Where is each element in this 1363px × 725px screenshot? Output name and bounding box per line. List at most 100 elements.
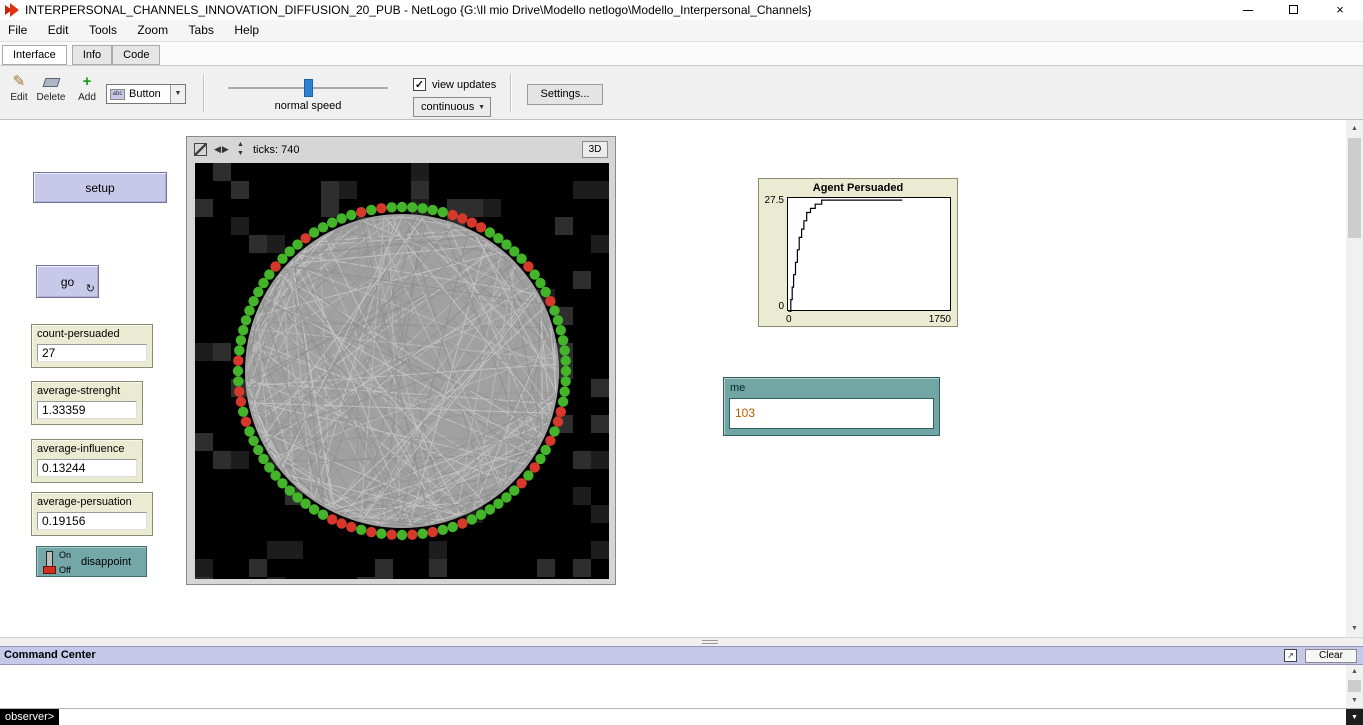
setup-button[interactable]: setup <box>33 172 167 203</box>
command-center-splitter[interactable] <box>0 637 1363 646</box>
edit-tool-button[interactable]: ✎ Edit <box>6 72 32 103</box>
scrollbar-thumb[interactable] <box>1348 138 1361 238</box>
plot-x-max-label: 1750 <box>879 314 951 325</box>
tab-interface[interactable]: Interface <box>2 45 67 65</box>
netlogo-logo-icon <box>5 3 20 17</box>
plot-x-min-label: 0 <box>786 314 792 325</box>
update-mode-dropdown[interactable]: continuous ▼ <box>413 97 491 117</box>
close-button[interactable]: × <box>1317 0 1363 20</box>
update-mode-value: continuous <box>421 101 474 113</box>
plot-y-max-label: 27.5 <box>759 195 784 206</box>
monitor-value: 0.19156 <box>37 512 147 530</box>
vertical-arrows-icon[interactable]: ▲▼ <box>237 140 244 158</box>
history-dropdown-button[interactable]: ▼ <box>1346 709 1363 725</box>
plot-area <box>787 197 951 311</box>
widget-type-dropdown[interactable]: abc Button ▼ <box>106 84 186 104</box>
scrollbar-thumb[interactable] <box>1348 680 1361 692</box>
monitor-average-influence: average-influence 0.13244 <box>31 439 143 483</box>
monitor-count-persuaded: count-persuaded 27 <box>31 324 153 368</box>
menu-item-zoom[interactable]: Zoom <box>129 20 176 40</box>
plot-line-graphic <box>788 198 952 312</box>
eraser-icon <box>34 72 68 92</box>
setup-button-label: setup <box>85 181 114 195</box>
scroll-up-icon[interactable]: ▲ <box>1346 120 1363 137</box>
plot-y-min-label: 0 <box>759 301 784 312</box>
check-icon: ✓ <box>415 79 424 91</box>
monitor-value: 1.33359 <box>37 401 137 419</box>
command-input-row: observer> ▼ <box>0 708 1363 725</box>
menu-item-file[interactable]: File <box>0 20 35 40</box>
scroll-down-icon[interactable]: ▼ <box>1346 694 1363 708</box>
close-icon: × <box>1336 2 1344 17</box>
monitor-label: count-persuaded <box>37 328 120 340</box>
go-button-label: go <box>61 275 74 289</box>
go-button[interactable]: go ↻ <box>36 265 99 298</box>
view-resize-icon[interactable] <box>194 143 207 156</box>
horizontal-arrows-icon[interactable]: ◀▶ <box>214 144 230 155</box>
tab-info[interactable]: Info <box>72 45 112 65</box>
maximize-button[interactable] <box>1271 0 1317 20</box>
interface-toolbar: ✎ Edit Delete + Add abc Button ▼ normal … <box>0 66 1363 120</box>
scroll-down-icon[interactable]: ▼ <box>1346 620 1363 637</box>
speed-slider-handle[interactable] <box>304 79 313 97</box>
switch-off-label: Off <box>59 565 71 575</box>
edit-tool-label: Edit <box>10 92 27 103</box>
menu-item-tabs[interactable]: Tabs <box>181 20 222 40</box>
tab-code[interactable]: Code <box>112 45 160 65</box>
plus-icon: + <box>74 72 100 92</box>
world-view-header: ◀▶ ▲▼ ticks: 740 3D <box>187 137 615 163</box>
monitor-value: 0.13244 <box>37 459 137 477</box>
minimize-button[interactable] <box>1225 0 1271 20</box>
monitor-value: 27 <box>37 344 147 362</box>
command-input[interactable] <box>66 709 1346 725</box>
chevron-down-icon: ▼ <box>1351 714 1358 721</box>
widget-type-value: Button <box>129 88 161 100</box>
main-vertical-scrollbar: ▲ ▼ <box>1346 120 1363 637</box>
delete-tool-label: Delete <box>37 92 66 103</box>
scroll-up-icon[interactable]: ▲ <box>1346 665 1363 679</box>
three-d-button[interactable]: 3D <box>582 141 608 158</box>
tab-bar: InterfaceInfoCode <box>0 42 1363 66</box>
speed-slider[interactable] <box>228 78 388 98</box>
minimize-icon <box>1243 10 1253 11</box>
monitor-label: average-persuation <box>37 496 132 508</box>
menu-item-edit[interactable]: Edit <box>40 20 77 40</box>
monitor-label: average-influence <box>37 443 124 455</box>
settings-button[interactable]: Settings... <box>527 84 603 105</box>
window-title: INTERPERSONAL_CHANNELS_INNOVATION_DIFFUS… <box>25 3 812 17</box>
world-canvas[interactable] <box>195 163 609 579</box>
disappoint-switch[interactable]: On Off disappoint <box>36 546 147 577</box>
command-center-scrollbar: ▲ ▼ <box>1346 665 1363 708</box>
world-view: ◀▶ ▲▼ ticks: 740 3D <box>186 136 616 585</box>
chevron-down-icon: ▼ <box>478 104 485 111</box>
monitor-average-strenght: average-strenght 1.33359 <box>31 381 143 425</box>
expand-icon[interactable]: ↗ <box>1284 649 1297 662</box>
toolbar-separator <box>510 74 512 112</box>
menu-item-help[interactable]: Help <box>226 20 267 40</box>
splitter-handle[interactable] <box>702 640 718 644</box>
switch-on-label: On <box>59 550 71 560</box>
monitor-value: 103 <box>729 398 934 429</box>
monitor-me: me 103 <box>723 377 940 436</box>
delete-tool-button[interactable]: Delete <box>34 72 68 103</box>
add-tool-button[interactable]: + Add <box>74 72 100 103</box>
monitor-label: me <box>730 382 745 394</box>
menu-item-tools[interactable]: Tools <box>81 20 125 40</box>
ticks-counter: ticks: 740 <box>253 144 299 156</box>
command-center-output[interactable] <box>0 665 1346 708</box>
maximize-icon <box>1289 5 1298 14</box>
plot-title: Agent Persuaded <box>759 182 957 194</box>
clear-button[interactable]: Clear <box>1305 649 1357 663</box>
speed-label: normal speed <box>238 100 378 112</box>
toolbar-separator <box>203 74 205 112</box>
observer-prompt: observer> <box>0 709 59 725</box>
switch-name-label: disappoint <box>81 556 131 568</box>
switch-handle[interactable] <box>43 566 56 574</box>
button-widget-icon: abc <box>110 89 125 100</box>
window-titlebar: INTERPERSONAL_CHANNELS_INNOVATION_DIFFUS… <box>0 0 1363 20</box>
view-updates-label: view updates <box>432 79 496 91</box>
monitor-label: average-strenght <box>37 385 120 397</box>
view-updates-checkbox[interactable]: ✓ <box>413 78 426 91</box>
forever-icon: ↻ <box>86 282 95 295</box>
menu-bar: File Edit Tools Zoom Tabs Help <box>0 20 1363 42</box>
